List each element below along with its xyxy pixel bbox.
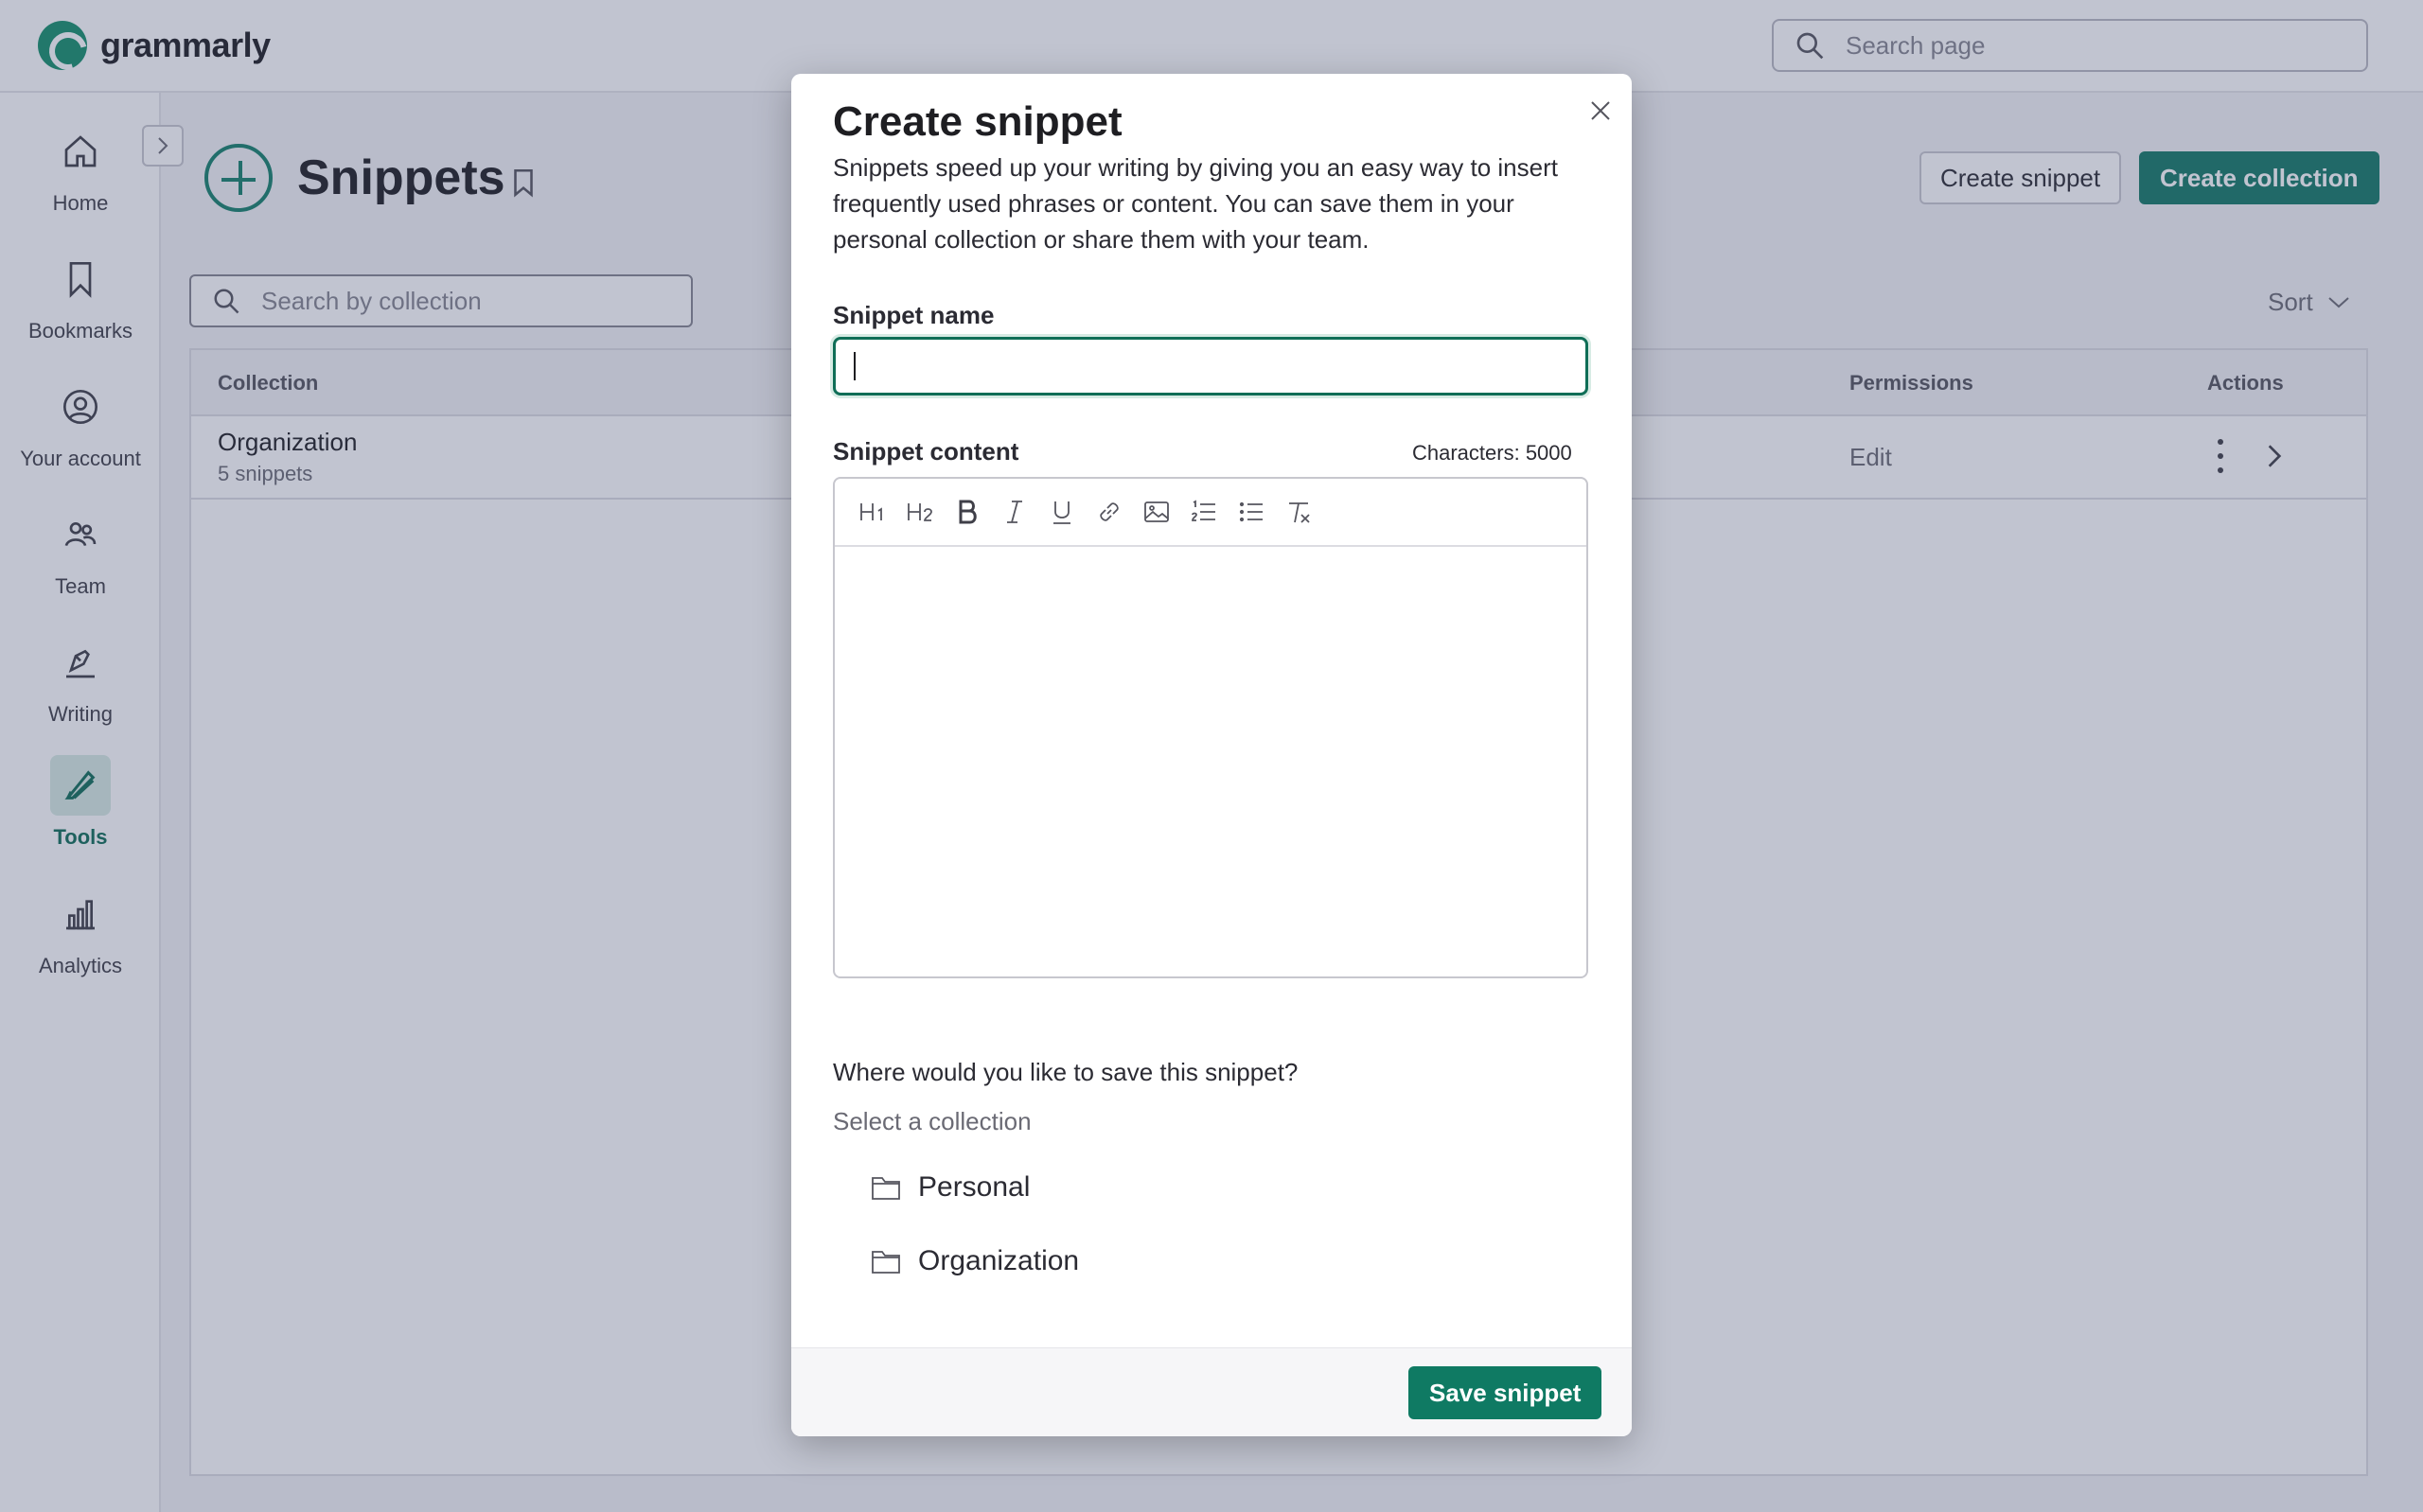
link-icon[interactable]	[1092, 493, 1126, 531]
save-snippet-button[interactable]: Save snippet	[1408, 1366, 1602, 1419]
collection-option-personal[interactable]: Personal	[871, 1171, 1030, 1204]
collection-option-organization[interactable]: Organization	[871, 1245, 1079, 1277]
collection-option-label: Personal	[918, 1171, 1031, 1203]
italic-icon[interactable]	[998, 493, 1032, 531]
folder-icon	[872, 1177, 900, 1200]
modal-close-button[interactable]	[1584, 95, 1617, 127]
underline-icon[interactable]	[1045, 493, 1079, 531]
ordered-list-icon[interactable]	[1187, 493, 1221, 531]
clear-formatting-icon[interactable]	[1282, 493, 1316, 531]
select-collection-hint: Select a collection	[833, 1107, 1032, 1135]
folder-icon	[872, 1251, 900, 1274]
heading-1-icon[interactable]	[856, 493, 890, 531]
modal-description: Snippets speed up your writing by giving…	[833, 153, 1558, 254]
snippet-content-textarea[interactable]	[835, 547, 1586, 978]
snippet-name-input[interactable]	[833, 337, 1588, 396]
close-icon	[1591, 101, 1610, 120]
collection-option-label: Organization	[918, 1245, 1080, 1276]
modal-title: Create snippet	[833, 98, 1123, 145]
character-count: Characters: 5000	[1412, 441, 1572, 465]
save-location-question: Where would you like to save this snippe…	[833, 1058, 1299, 1086]
text-caret	[854, 352, 856, 380]
image-icon[interactable]	[1140, 493, 1174, 531]
snippet-content-label: Snippet content	[833, 437, 1019, 466]
bullet-list-icon[interactable]	[1234, 493, 1268, 531]
editor-toolbar	[835, 479, 1586, 547]
bold-icon[interactable]	[950, 493, 984, 531]
heading-2-icon[interactable]	[903, 493, 937, 531]
snippet-name-label: Snippet name	[833, 301, 995, 329]
create-snippet-modal: Create snippet Snippets speed up your wr…	[791, 74, 1632, 1436]
snippet-content-editor	[833, 477, 1588, 978]
